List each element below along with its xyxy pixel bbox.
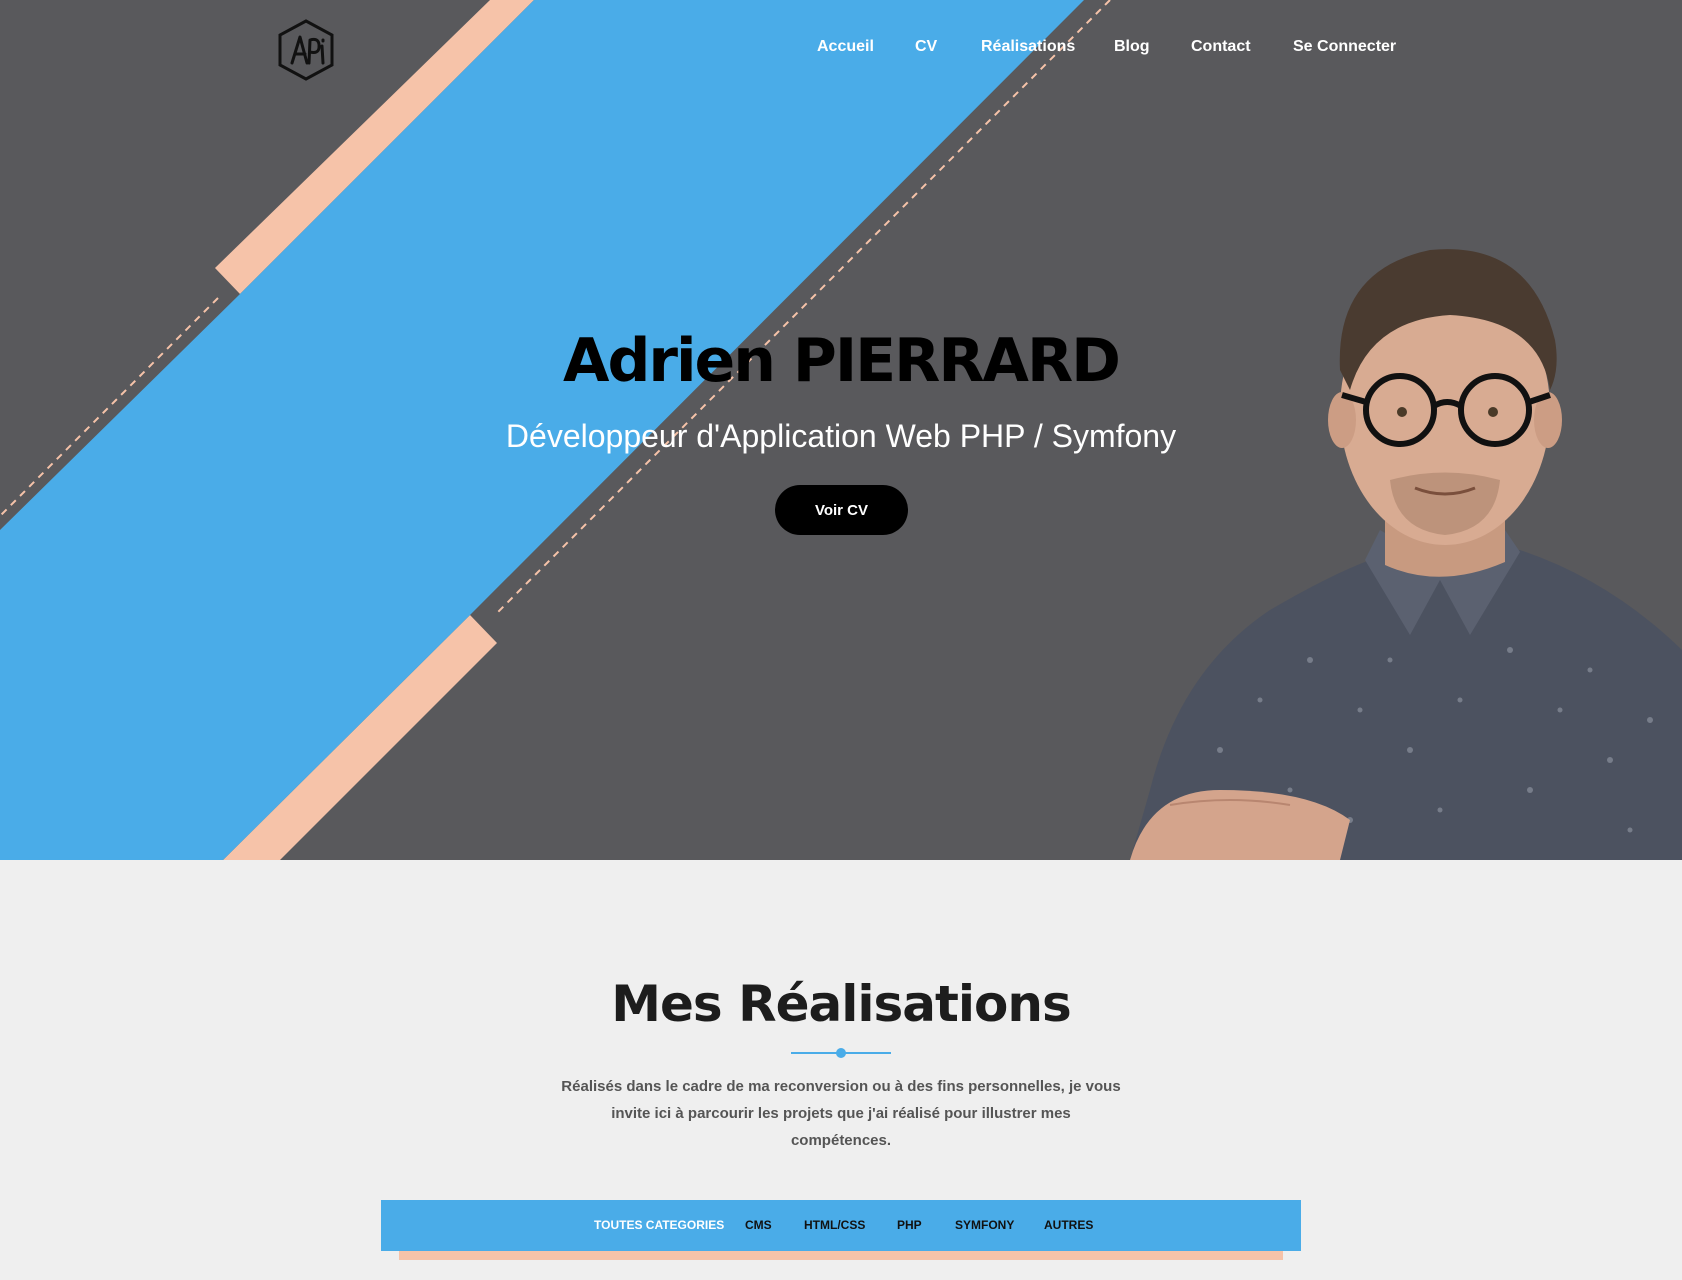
realisations-description: Réalisés dans le cadre de ma reconversio… (561, 1078, 1121, 1149)
filter-php[interactable]: PHP (897, 1218, 922, 1232)
section-divider (791, 1048, 891, 1058)
nav-item-contact[interactable]: Contact (1191, 38, 1251, 56)
category-filter-bar: TOUTES CATEGORIES CMS HTML/CSS PHP SYMFO… (381, 1200, 1301, 1251)
filter-html-css[interactable]: HTML/CSS (804, 1218, 865, 1232)
nav-item-realisations[interactable]: Réalisations (981, 38, 1075, 56)
nav-item-accueil[interactable]: Accueil (817, 38, 874, 56)
realisations-title: Mes Réalisations (611, 975, 1072, 1033)
nav-item-cv[interactable]: CV (915, 38, 937, 56)
filter-autres[interactable]: AUTRES (1044, 1218, 1093, 1232)
portrait-image (1130, 249, 1682, 860)
voir-cv-button[interactable]: Voir CV (775, 485, 908, 535)
nav-item-blog[interactable]: Blog (1114, 38, 1150, 56)
filter-cms[interactable]: CMS (745, 1218, 772, 1232)
filter-symfony[interactable]: SYMFONY (955, 1218, 1014, 1232)
main-nav: Accueil CV Réalisations Blog Contact Se … (0, 38, 1682, 62)
hero-section: Accueil CV Réalisations Blog Contact Se … (0, 0, 1682, 860)
filter-toutes-categories[interactable]: TOUTES CATEGORIES (594, 1218, 724, 1232)
nav-item-se-connecter[interactable]: Se Connecter (1293, 38, 1396, 56)
